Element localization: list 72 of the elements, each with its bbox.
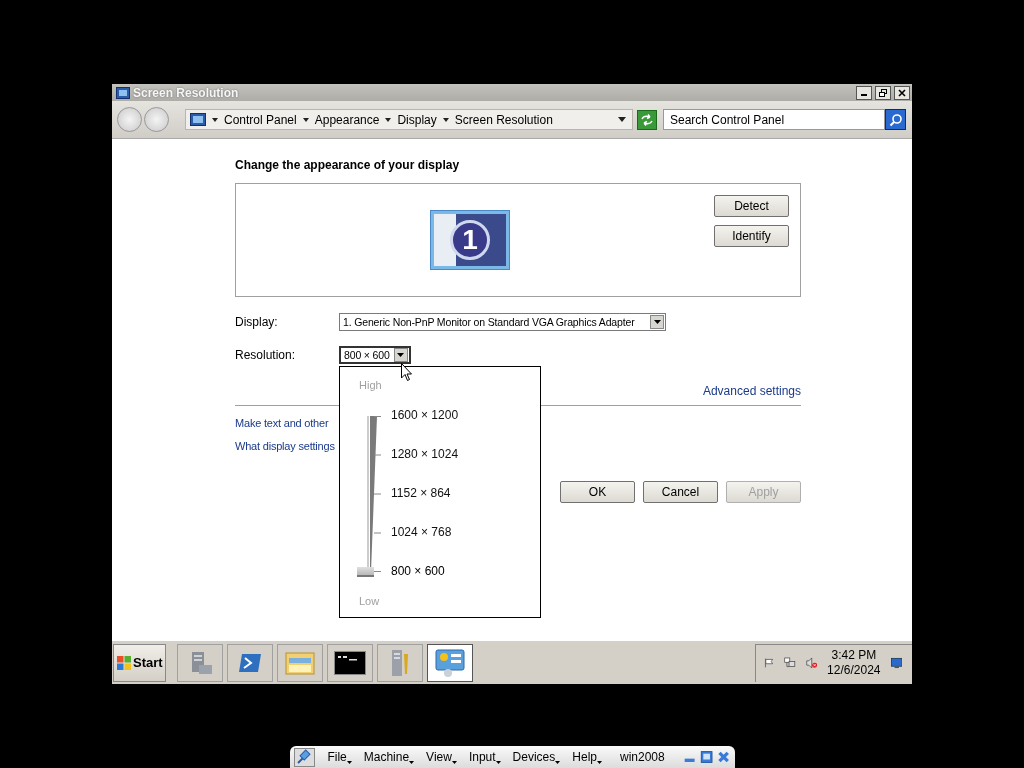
muted-speaker-icon[interactable]: [805, 655, 818, 671]
vm-menu[interactable]: Help: [570, 750, 608, 764]
pin-button[interactable]: [293, 747, 316, 767]
taskbar-panel-button[interactable]: [427, 643, 473, 682]
taskbar-console-button[interactable]: [327, 643, 373, 682]
low-label: Low: [359, 594, 380, 608]
help-link[interactable]: Make text and other: [235, 416, 329, 430]
close-icon: [897, 87, 907, 98]
caret-icon[interactable]: [385, 117, 392, 122]
help-link[interactable]: What display settings: [235, 439, 335, 453]
resolution-option[interactable]: 1600 × 1200: [391, 396, 459, 435]
flag-icon[interactable]: [764, 656, 775, 670]
caret-icon: [397, 353, 405, 357]
restore-icon: [878, 87, 888, 98]
page-heading: Change the appearance of your display: [235, 158, 461, 172]
slider-thumb[interactable]: [357, 566, 374, 577]
caret-icon: [451, 761, 457, 764]
minimize-button[interactable]: [856, 85, 872, 100]
vm-menu[interactable]: Machine: [361, 750, 421, 764]
dialog-button[interactable]: OK: [560, 481, 635, 503]
windows-logo-icon: [116, 654, 132, 671]
close-button[interactable]: [894, 85, 910, 100]
preview-button[interactable]: Detect: [714, 195, 789, 217]
monitor-icon[interactable]: 1: [430, 210, 510, 270]
control-panel-icon: [434, 647, 466, 678]
vm-menu[interactable]: File: [325, 750, 358, 764]
vm-menu[interactable]: Input: [466, 750, 507, 764]
caret-icon[interactable]: [442, 117, 449, 122]
taskbar-shell-button[interactable]: [227, 643, 273, 682]
console-window-icon: [334, 650, 366, 675]
window-icon: [116, 86, 130, 99]
close-icon[interactable]: [717, 749, 731, 765]
clock-date[interactable]: 12/6/2024: [827, 663, 881, 678]
restore-button[interactable]: [875, 85, 891, 100]
search-button[interactable]: [885, 109, 906, 130]
caret-icon: [653, 320, 661, 324]
caret-icon: [495, 761, 501, 764]
address-field[interactable]: Control Panel Appearance Display Screen Resolution: [185, 109, 633, 130]
refresh-button[interactable]: [637, 109, 657, 130]
resolution-option[interactable]: 1024 × 768: [391, 513, 452, 552]
caret-icon: [555, 761, 561, 764]
pin-icon: [295, 749, 314, 765]
caret-icon[interactable]: [212, 117, 218, 122]
display-dropdown[interactable]: 1. Generic Non-PnP Monitor on Standard VGA Graphics Adapter: [339, 313, 666, 331]
resolution-option[interactable]: 1152 × 864: [391, 474, 451, 513]
vm-menu[interactable]: Devices: [510, 750, 567, 764]
monitor-icon: [190, 112, 206, 127]
search-field[interactable]: Search Control Panel: [663, 109, 885, 130]
caret-icon[interactable]: [618, 117, 626, 122]
vm-menu[interactable]: View: [424, 750, 463, 764]
refresh-icon: [640, 113, 654, 126]
caret-icon[interactable]: [302, 117, 309, 122]
caret-icon: [409, 761, 415, 764]
advanced-settings-link[interactable]: Advanced settings: [702, 384, 801, 398]
minimize-icon: [861, 93, 867, 96]
vm-name: win2008: [620, 750, 665, 764]
display-label: Display:: [235, 315, 279, 329]
clock-time[interactable]: 3:42 PM: [831, 648, 877, 663]
window-title: Screen Resolution: [133, 85, 239, 100]
caret-icon: [346, 761, 352, 764]
start-button[interactable]: Start: [113, 643, 166, 682]
resolution-dropdown[interactable]: 800 × 600: [339, 346, 411, 364]
preview-button[interactable]: Identify: [714, 225, 789, 247]
search-icon: [888, 112, 903, 127]
resolution-option[interactable]: 1280 × 1024: [391, 435, 459, 474]
high-label: High: [359, 378, 382, 392]
resolution-label: Resolution:: [235, 348, 297, 362]
window-icon[interactable]: [699, 749, 714, 765]
resolution-option[interactable]: 800 × 600: [391, 552, 445, 591]
dialog-button[interactable]: Cancel: [643, 481, 718, 503]
caret-icon: [597, 761, 602, 764]
show-desktop-icon[interactable]: [890, 656, 902, 670]
